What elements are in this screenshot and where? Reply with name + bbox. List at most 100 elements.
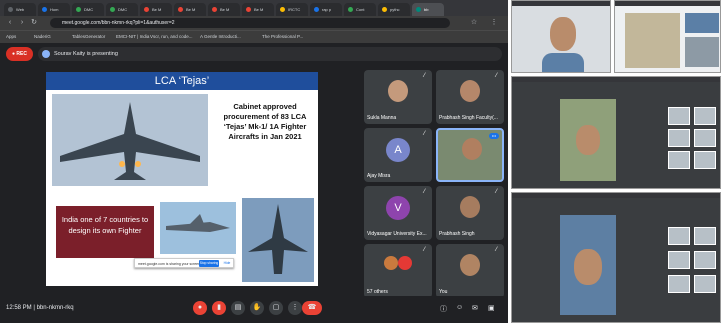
participant-tile[interactable]: V ⁄ Vidyasagar University Ex... (364, 186, 432, 240)
address-bar: ‹ › ↻ meet.google.com/bbn-nkmn-rkq?pli=1… (0, 16, 508, 30)
tab-label: rap p (322, 7, 332, 12)
bookmark-item[interactable]: A Gentle Introducti... (200, 33, 241, 41)
panel-title-strip (615, 1, 720, 6)
browser-tab[interactable]: Cont (344, 3, 376, 16)
bookmark-item[interactable]: EMCI-NIT | India (116, 33, 149, 41)
raise-hand-icon[interactable]: ✋ (250, 301, 264, 315)
meeting-code: bbn-nkmn-rkq (36, 305, 74, 311)
video-thumbnail (685, 13, 719, 33)
tab-label: Be M (186, 7, 196, 12)
activities-icon[interactable]: ▣ (488, 304, 495, 312)
mic-muted-icon: ⁄ (424, 73, 426, 79)
tab-label: Be M (254, 7, 264, 12)
reload-icon[interactable]: ↻ (30, 19, 38, 27)
participant-avatar: V (386, 196, 410, 220)
tab-label: DMC (84, 7, 94, 12)
screen-share-notice: meet.google.com is sharing your screen S… (134, 258, 234, 268)
tab-favicon-icon (348, 7, 353, 12)
participant-name: Prabhash Singh Faculty(... (439, 115, 498, 121)
participant-name: You (439, 289, 448, 295)
recording-badge: ● REC (6, 47, 33, 61)
browser-tab[interactable]: Be M (174, 3, 206, 16)
participant-name: Prabhash Singh (439, 231, 475, 237)
others-avatar (384, 256, 398, 270)
stop-sharing-button[interactable]: Stop sharing (199, 260, 219, 267)
browser-tab[interactable]: Be M (242, 3, 274, 16)
mic-muted-icon: ⁄ (424, 189, 426, 195)
mic-off-icon[interactable]: ● (193, 301, 207, 315)
tab-favicon-icon (314, 7, 319, 12)
panel-gallery-view-2 (511, 192, 721, 323)
presenter-face (550, 17, 576, 51)
meeting-info: 12:58 PM | bbn-nkmn-rkq (6, 305, 74, 311)
presenting-banner: Sourav Kaity is presenting (38, 47, 502, 61)
browser-tab[interactable]: Hom (38, 3, 70, 16)
url-field[interactable]: meet.google.com/bbn-nkmn-rkq?pli=1&authu… (50, 18, 450, 28)
participant-tile[interactable]: ⁄ 57 others (364, 244, 432, 298)
browser-tab[interactable]: bb (412, 3, 444, 16)
india-text: India one of 7 countries to design its o… (56, 206, 154, 258)
tejas-side-image (160, 202, 236, 254)
back-icon[interactable]: ‹ (6, 19, 14, 27)
end-call-icon[interactable]: ☎ (302, 301, 322, 315)
participant-tile[interactable]: ••• (436, 128, 504, 182)
browser-tab[interactable]: Be M (208, 3, 240, 16)
speaker-face (576, 125, 600, 155)
participant-mini-tile (668, 275, 690, 293)
participant-tile[interactable]: A ⁄ Ajay Misra (364, 128, 432, 182)
info-icon[interactable]: ⓘ (440, 304, 447, 314)
chat-icon[interactable]: ✉ (472, 304, 478, 312)
hide-button[interactable]: Hide (221, 260, 233, 267)
people-icon[interactable]: ☺ (456, 304, 463, 311)
browser-tab[interactable]: rap p (310, 3, 342, 16)
speaker-video (462, 138, 482, 160)
participant-mini-tile (694, 227, 716, 245)
bookmark-item[interactable]: Apps (6, 33, 16, 41)
tab-label: Hom (50, 7, 59, 12)
camera-off-icon[interactable]: ▮ (212, 301, 226, 315)
tab-favicon-icon (280, 7, 285, 12)
clock-time: 12:58 PM (6, 305, 32, 311)
tab-favicon-icon (246, 7, 251, 12)
browser-tab[interactable]: Be M (140, 3, 172, 16)
tab-favicon-icon (110, 7, 115, 12)
participant-tile[interactable]: ⁄ You (436, 244, 504, 298)
bookmark-item[interactable]: Vscr, run, and code... (150, 33, 193, 41)
menu-icon[interactable]: ⋮ (490, 19, 498, 27)
participant-tile[interactable]: ⁄ Prabhash Singh Faculty(... (436, 70, 504, 124)
star-icon[interactable]: ☆ (470, 19, 478, 27)
browser-tab[interactable]: Web (4, 3, 36, 16)
shared-slide: LCA ‘Tejas’ Cabinet approved procurement… (46, 72, 318, 286)
panel-title-strip (512, 193, 720, 198)
forward-icon[interactable]: › (18, 19, 26, 27)
panel-title-strip (512, 77, 720, 82)
bookmark-item[interactable]: NaderiG (34, 33, 51, 41)
captions-icon[interactable]: ▤ (231, 301, 245, 315)
present-icon[interactable]: ▢ (269, 301, 283, 315)
browser-tab[interactable]: pythc (378, 3, 410, 16)
browser-tab[interactable]: DMC (72, 3, 104, 16)
tab-label: Be M (152, 7, 162, 12)
bookmark-item[interactable]: TablesGenerator (72, 33, 105, 41)
mic-muted-icon: ⁄ (496, 189, 498, 195)
tejas-climb-image (242, 198, 314, 282)
browser-tab[interactable]: IRCTC (276, 3, 308, 16)
more-options-icon[interactable]: ⋮ (288, 301, 302, 315)
tab-label: Be M (220, 7, 230, 12)
tab-favicon-icon (178, 7, 183, 12)
tab-favicon-icon (8, 7, 13, 12)
participant-video (460, 196, 480, 218)
share-notice-text: meet.google.com is sharing your screen (138, 262, 201, 266)
browser-tab-bar: Web Hom DMC DMC Be M Be M Be M Be M IRCTC rap p Co… (0, 0, 508, 16)
bookmark-item[interactable]: The Professional P... (262, 33, 303, 41)
participant-mini-tile (668, 251, 690, 269)
mic-muted-icon: ⁄ (424, 131, 426, 137)
slide-title: LCA ‘Tejas’ (46, 72, 318, 90)
rec-label: REC (16, 51, 27, 57)
tab-label: DMC (118, 7, 128, 12)
participant-tile[interactable]: ⁄ Prabhash Singh (436, 186, 504, 240)
participant-tile[interactable]: ⁄ Sukla Manna (364, 70, 432, 124)
presenter-shirt (542, 53, 584, 72)
browser-tab[interactable]: DMC (106, 3, 138, 16)
participant-video (388, 80, 408, 102)
